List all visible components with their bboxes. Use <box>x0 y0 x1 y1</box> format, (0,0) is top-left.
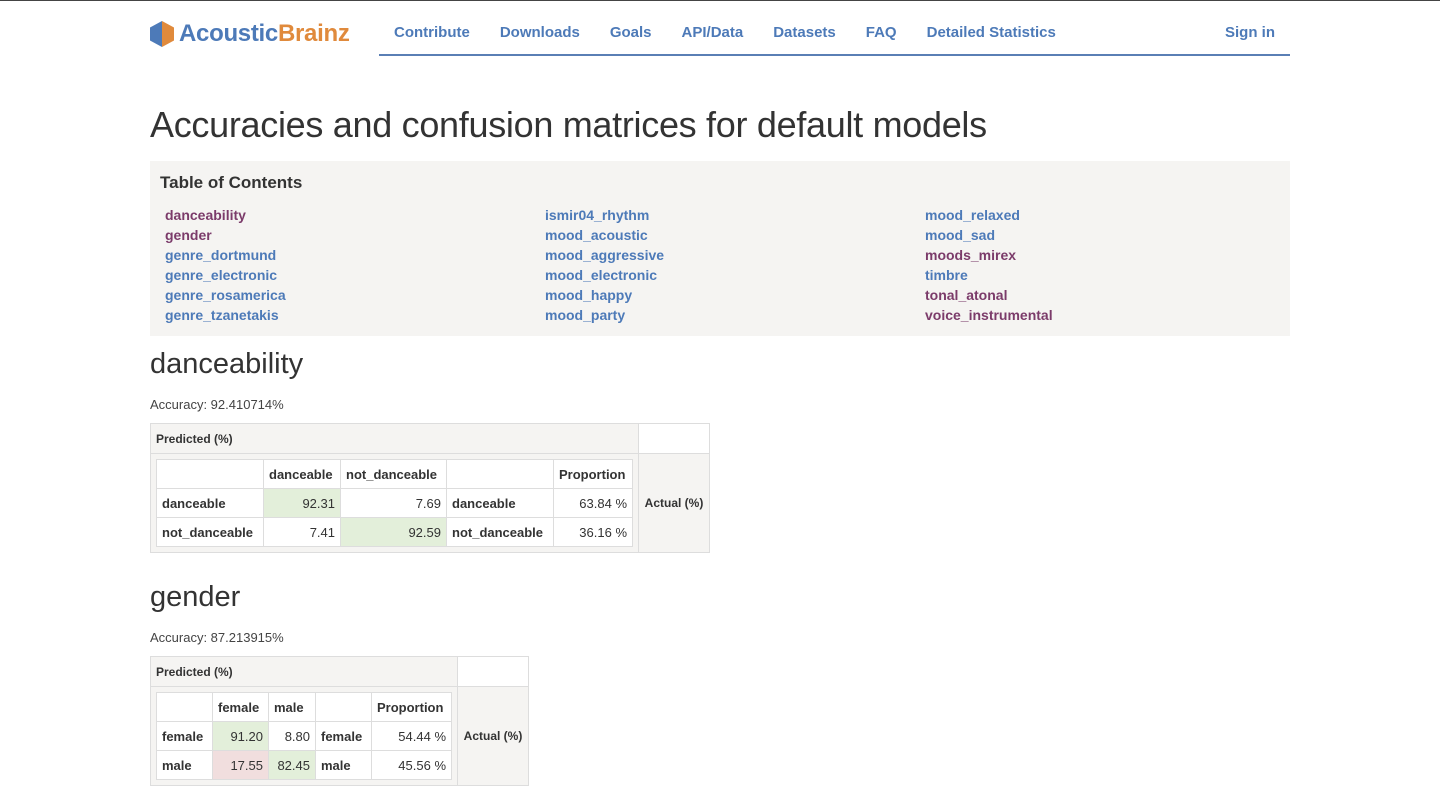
toc-link-tonal-atonal[interactable]: tonal_atonal <box>925 285 1053 305</box>
toc-title: Table of Contents <box>160 173 303 192</box>
actual-header: Actual (%) <box>457 686 529 786</box>
nav-api-data[interactable]: API/Data <box>682 24 744 41</box>
toc-column-2: ismir04_rhythm mood_acoustic mood_aggres… <box>545 205 664 325</box>
row-label: male <box>315 750 372 780</box>
toc-link-ismir04-rhythm[interactable]: ismir04_rhythm <box>545 205 664 225</box>
row-label: not_danceable <box>446 517 554 547</box>
toc-link-genre-dortmund[interactable]: genre_dortmund <box>165 245 286 265</box>
actual-header: Actual (%) <box>638 453 710 553</box>
brainz-hexagon-icon <box>150 21 174 47</box>
accuracy-danceability: Accuracy: 92.410714% <box>150 397 284 412</box>
toc-column-1: danceability gender genre_dortmund genre… <box>165 205 286 325</box>
row-label: male <box>156 750 213 780</box>
row-label: female <box>315 721 372 751</box>
toc-link-mood-happy[interactable]: mood_happy <box>545 285 664 305</box>
nav-datasets[interactable]: Datasets <box>773 24 836 41</box>
navbar: AcousticBrainz Contribute Downloads Goal… <box>150 0 1290 57</box>
matrix-table: female male Proportion female 91.20 8.80… <box>156 692 452 780</box>
toc-link-danceability[interactable]: danceability <box>165 205 286 225</box>
column-header: female <box>212 692 269 722</box>
toc-link-timbre[interactable]: timbre <box>925 265 1053 285</box>
proportion-header: Proportion <box>553 459 633 489</box>
column-header: male <box>268 692 316 722</box>
row-label: not_danceable <box>156 517 264 547</box>
column-header: not_danceable <box>340 459 447 489</box>
matrix-cell: 7.41 <box>263 517 341 547</box>
toc-link-mood-aggressive[interactable]: mood_aggressive <box>545 245 664 265</box>
toc-link-mood-relaxed[interactable]: mood_relaxed <box>925 205 1053 225</box>
confusion-matrix-gender: Predicted (%) female male Proportion fem… <box>150 656 529 786</box>
accuracy-gender: Accuracy: 87.213915% <box>150 630 284 645</box>
matrix-cell: 82.45 <box>268 750 316 780</box>
table-of-contents: Table of Contents danceability gender ge… <box>150 161 1290 336</box>
proportion-cell: 36.16 % <box>553 517 633 547</box>
matrix-cell: 8.80 <box>268 721 316 751</box>
matrix-cell: 7.69 <box>340 488 447 518</box>
matrix-cell: 92.59 <box>340 517 447 547</box>
matrix-cell: 17.55 <box>212 750 269 780</box>
brand-name: AcousticBrainz <box>179 20 350 47</box>
section-title-gender: gender <box>150 581 241 613</box>
toc-column-3: mood_relaxed mood_sad moods_mirex timbre… <box>925 205 1053 325</box>
nav-contribute[interactable]: Contribute <box>394 24 470 41</box>
row-label: danceable <box>446 488 554 518</box>
proportion-cell: 54.44 % <box>371 721 452 751</box>
table-row: danceable 92.31 7.69 danceable 63.84 % <box>156 488 633 518</box>
proportion-cell: 63.84 % <box>553 488 633 518</box>
sign-in-link[interactable]: Sign in <box>1225 24 1275 41</box>
predicted-header: Predicted (%) <box>150 656 458 687</box>
nav-menu: Contribute Downloads Goals API/Data Data… <box>394 24 1086 41</box>
confusion-matrix-danceability: Predicted (%) danceable not_danceable Pr… <box>150 423 710 553</box>
nav-goals[interactable]: Goals <box>610 24 652 41</box>
nav-downloads[interactable]: Downloads <box>500 24 580 41</box>
toc-link-mood-party[interactable]: mood_party <box>545 305 664 325</box>
predicted-header: Predicted (%) <box>150 423 639 454</box>
toc-link-moods-mirex[interactable]: moods_mirex <box>925 245 1053 265</box>
toc-link-genre-rosamerica[interactable]: genre_rosamerica <box>165 285 286 305</box>
toc-link-mood-sad[interactable]: mood_sad <box>925 225 1053 245</box>
table-row: female 91.20 8.80 female 54.44 % <box>156 721 452 751</box>
column-header: danceable <box>263 459 341 489</box>
page-title: Accuracies and confusion matrices for de… <box>150 104 987 145</box>
proportion-cell: 45.56 % <box>371 750 452 780</box>
matrix-table: danceable not_danceable Proportion dance… <box>156 459 633 547</box>
row-label: danceable <box>156 488 264 518</box>
toc-link-genre-electronic[interactable]: genre_electronic <box>165 265 286 285</box>
toc-link-genre-tzanetakis[interactable]: genre_tzanetakis <box>165 305 286 325</box>
table-row: not_danceable 7.41 92.59 not_danceable 3… <box>156 517 633 547</box>
nav-divider <box>379 54 1290 56</box>
nav-detailed-statistics[interactable]: Detailed Statistics <box>927 24 1056 41</box>
toc-link-voice-instrumental[interactable]: voice_instrumental <box>925 305 1053 325</box>
toc-link-mood-electronic[interactable]: mood_electronic <box>545 265 664 285</box>
toc-link-gender[interactable]: gender <box>165 225 286 245</box>
nav-faq[interactable]: FAQ <box>866 24 897 41</box>
row-label: female <box>156 721 213 751</box>
matrix-cell: 91.20 <box>212 721 269 751</box>
proportion-header: Proportion <box>371 692 452 722</box>
matrix-cell: 92.31 <box>263 488 341 518</box>
toc-link-mood-acoustic[interactable]: mood_acoustic <box>545 225 664 245</box>
section-title-danceability: danceability <box>150 348 304 380</box>
table-row: male 17.55 82.45 male 45.56 % <box>156 750 452 780</box>
brand-logo[interactable]: AcousticBrainz <box>150 19 350 49</box>
